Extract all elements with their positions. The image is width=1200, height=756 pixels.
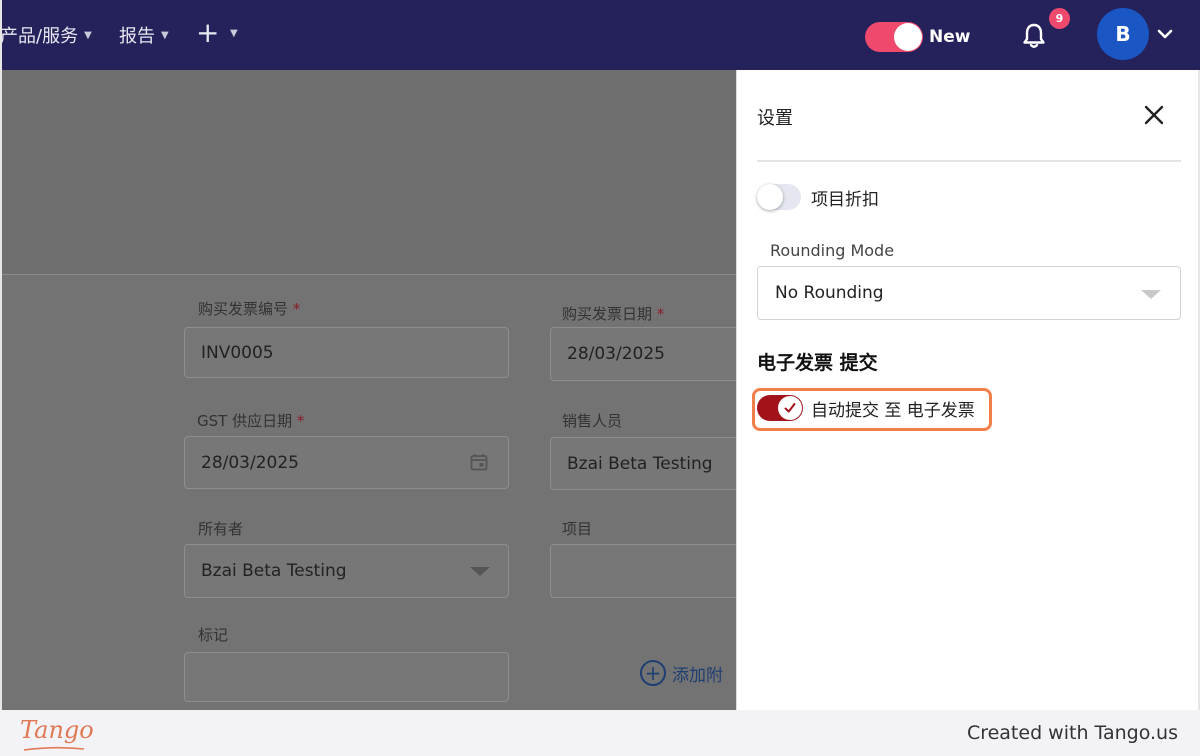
calendar-icon[interactable] xyxy=(470,453,488,471)
dropdown-triangle-icon xyxy=(470,567,490,576)
check-icon xyxy=(784,403,796,413)
einvoice-section-heading: 电子发票 提交 xyxy=(757,352,878,374)
invoice-number-field[interactable]: INV0005 xyxy=(184,327,509,378)
add-attachment-button[interactable]: + 添加附 xyxy=(640,660,723,686)
panel-divider xyxy=(757,160,1181,162)
owner-select[interactable]: Bzai Beta Testing xyxy=(184,544,509,598)
tags-field[interactable] xyxy=(184,652,509,702)
gst-date-value: 28/03/2025 xyxy=(201,452,299,473)
required-mark: * xyxy=(292,300,301,318)
gst-date-field[interactable]: 28/03/2025 xyxy=(184,436,509,489)
caret-down-icon: ▼ xyxy=(84,29,92,41)
rounding-mode-select[interactable]: No Rounding xyxy=(757,266,1181,320)
toggle-knob xyxy=(894,23,922,51)
project-select[interactable] xyxy=(550,544,736,598)
dropdown-triangle-icon xyxy=(1141,290,1161,299)
user-avatar[interactable]: B xyxy=(1097,8,1149,60)
salesperson-field[interactable]: Bzai Beta Testing xyxy=(550,437,736,490)
plus-circle-icon: + xyxy=(640,660,666,686)
invoice-date-field[interactable]: 28/03/2025 xyxy=(550,327,736,381)
invoice-form-overlay: 购买发票编号 * INV0005 购买发票日期 * 28/03/2025 GST… xyxy=(0,70,736,710)
item-discount-label: 项目折扣 xyxy=(811,190,879,210)
close-icon[interactable] xyxy=(1141,102,1167,128)
caret-down-icon: ▼ xyxy=(161,29,169,41)
bell-icon[interactable] xyxy=(1018,20,1050,52)
tags-label: 标记 xyxy=(198,626,229,644)
top-nav-bar: 产品/服务 ▼ 报告 ▼ + ▼ New 9 B xyxy=(0,0,1200,70)
form-header-area xyxy=(2,70,736,274)
required-mark: * xyxy=(296,412,305,430)
nav-reports-menu[interactable]: 报告 ▼ xyxy=(119,22,169,48)
item-discount-toggle[interactable] xyxy=(757,184,801,210)
gst-date-label: GST 供应日期 * xyxy=(197,410,304,431)
invoice-number-label: 购买发票编号 * xyxy=(198,298,300,319)
toggle-knob xyxy=(757,184,783,210)
required-mark: * xyxy=(656,305,665,323)
owner-value: Bzai Beta Testing xyxy=(201,561,347,581)
rounding-mode-value: No Rounding xyxy=(775,283,884,303)
owner-label: 所有者 xyxy=(198,520,244,538)
form-divider xyxy=(2,274,736,275)
settings-panel: 设置 项目折扣 Rounding Mode No Rounding 电子发票 提… xyxy=(736,70,1200,710)
gst-date-label-text: GST 供应日期 xyxy=(197,412,293,430)
salesperson-label: 销售人员 xyxy=(562,412,623,430)
add-attachment-label: 添加附 xyxy=(672,665,723,686)
add-new-button[interactable]: + xyxy=(196,18,219,48)
nav-products-label: 产品/服务 xyxy=(0,26,79,47)
notification-badge: 9 xyxy=(1049,8,1070,29)
auto-submit-einvoice-label: 自动提交 至 电子发票 xyxy=(811,401,975,421)
toggle-knob xyxy=(778,396,802,420)
tango-logo: Tango xyxy=(20,716,94,744)
new-ui-label: New xyxy=(929,27,971,47)
nav-reports-label: 报告 xyxy=(119,26,155,47)
footer-bar: Tango Created with Tango.us xyxy=(0,710,1200,756)
project-label: 项目 xyxy=(562,520,593,538)
invoice-date-label-text: 购买发票日期 xyxy=(562,305,653,323)
created-with-credit: Created with Tango.us xyxy=(966,722,1178,744)
logo-swoosh-icon xyxy=(23,746,85,751)
new-ui-toggle[interactable] xyxy=(865,22,923,52)
invoice-number-label-text: 购买发票编号 xyxy=(198,300,289,318)
invoice-date-label: 购买发票日期 * xyxy=(562,303,664,324)
settings-title: 设置 xyxy=(757,108,793,129)
auto-submit-einvoice-toggle[interactable] xyxy=(757,395,803,421)
nav-products-menu[interactable]: 产品/服务 ▼ xyxy=(0,22,92,48)
caret-down-icon: ▼ xyxy=(230,28,238,39)
chevron-down-icon[interactable] xyxy=(1156,26,1174,42)
rounding-mode-label: Rounding Mode xyxy=(770,241,895,260)
